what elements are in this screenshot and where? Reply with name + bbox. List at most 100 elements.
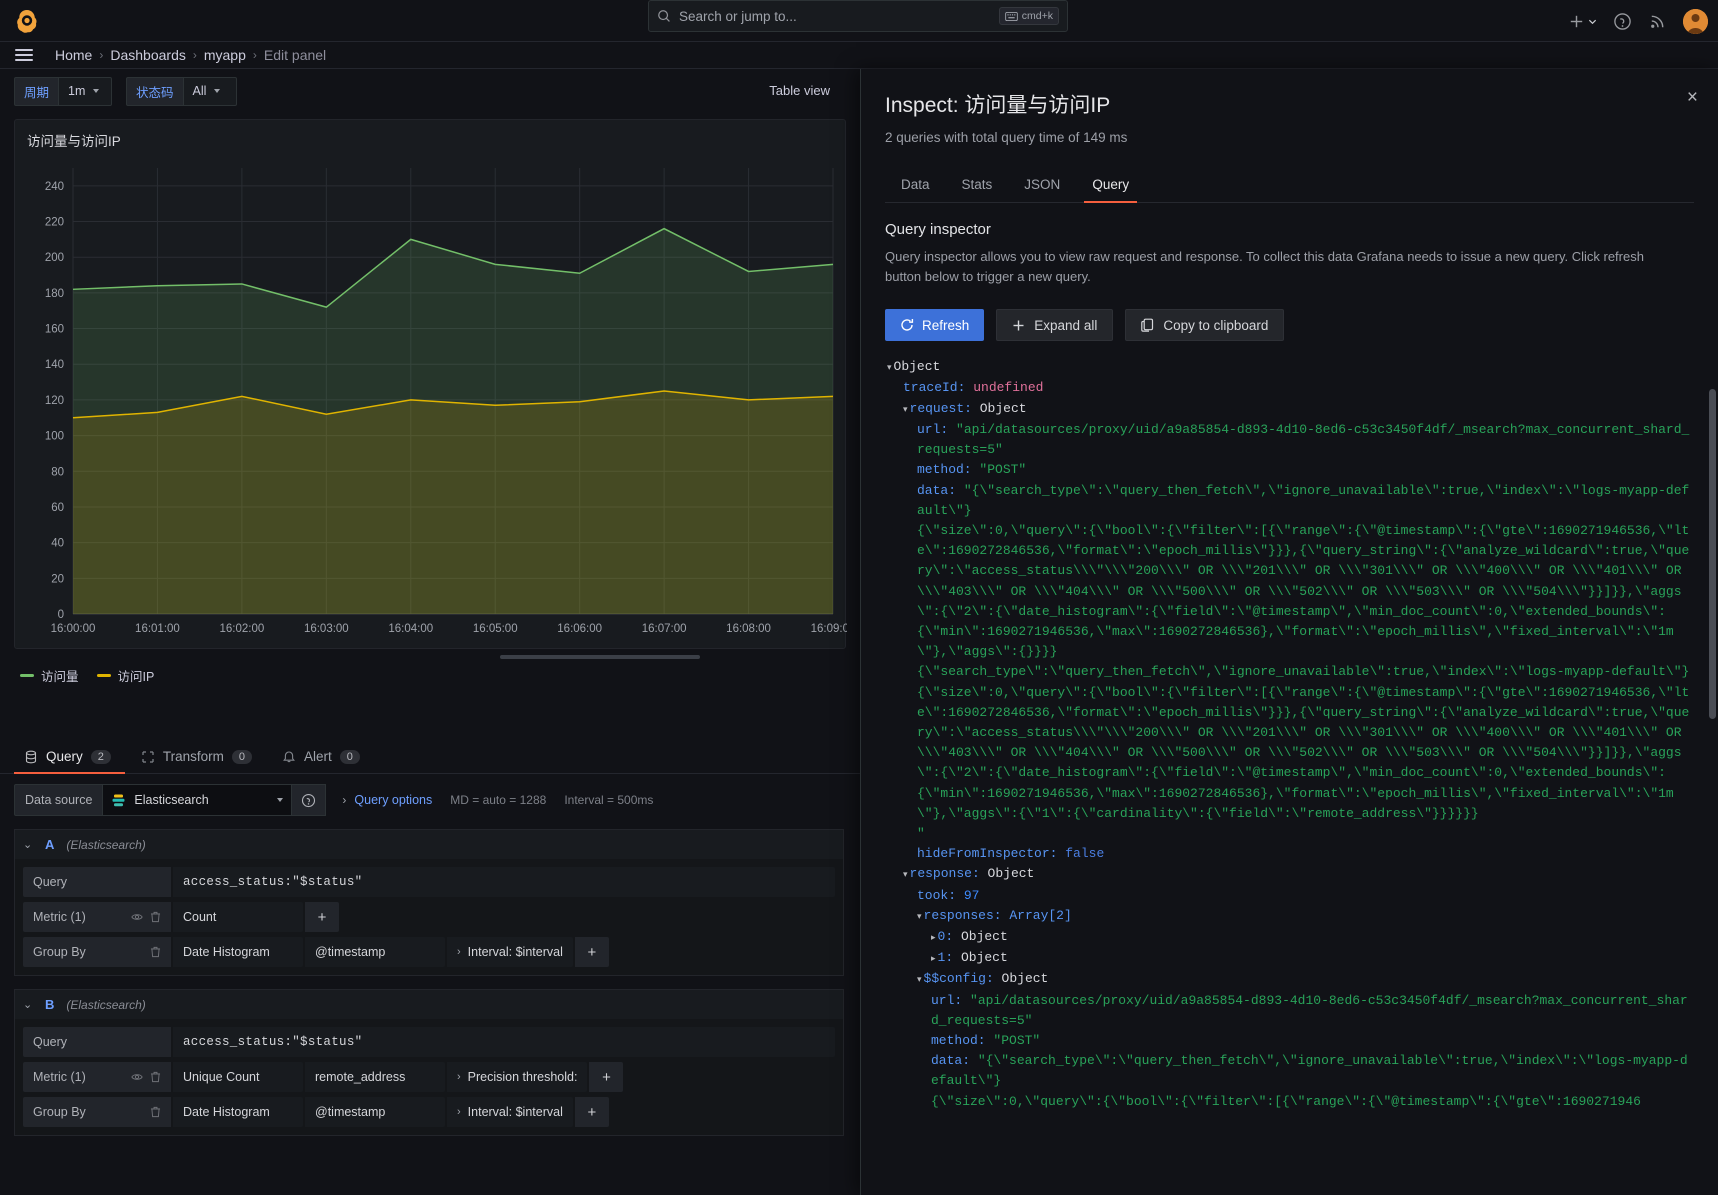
json-key: method: xyxy=(931,1033,993,1048)
eye-icon[interactable] xyxy=(131,1071,143,1083)
eye-icon[interactable] xyxy=(131,911,143,923)
breadcrumb-item-edit-panel: Edit panel xyxy=(264,47,326,63)
svg-text:16:05:00: 16:05:00 xyxy=(473,623,518,635)
query-inspector-json-tree[interactable]: ▾ObjecttraceId: undefined▾request: Objec… xyxy=(885,357,1694,1195)
user-avatar[interactable] xyxy=(1683,9,1708,34)
trash-icon[interactable] xyxy=(150,1106,161,1118)
breadcrumb-item-dashboards[interactable]: Dashboards xyxy=(110,47,186,63)
svg-text:20: 20 xyxy=(51,573,64,585)
search-shortcut-label: cmd+k xyxy=(1022,10,1053,22)
trash-icon[interactable] xyxy=(150,1071,161,1083)
refresh-icon xyxy=(900,318,914,332)
json-tree-line[interactable]: ▾response: Object xyxy=(887,864,1694,885)
tab-json[interactable]: JSON xyxy=(1008,169,1076,202)
trash-icon[interactable] xyxy=(150,946,161,958)
time-series-chart[interactable]: 02040608010012014016018020022024016:00:0… xyxy=(15,158,847,650)
close-icon[interactable]: × xyxy=(1687,88,1698,107)
variable-period-value[interactable]: 1m xyxy=(58,77,112,106)
query-b-metric-field-name[interactable]: remote_address xyxy=(305,1062,445,1092)
query-a-query-label: Query xyxy=(23,867,171,897)
query-row-a-header[interactable]: ⌄ A (Elasticsearch) xyxy=(14,829,844,859)
expand-all-button[interactable]: Expand all xyxy=(996,309,1113,341)
breadcrumb-item-myapp[interactable]: myapp xyxy=(204,47,246,63)
query-row-b-header[interactable]: ⌄ B (Elasticsearch) xyxy=(14,989,844,1019)
grafana-logo-icon[interactable] xyxy=(14,8,40,34)
chevron-down-icon[interactable]: ▾ xyxy=(887,363,892,373)
query-b-metric-precision[interactable]: › Precision threshold: xyxy=(447,1062,587,1092)
copy-to-clipboard-button[interactable]: Copy to clipboard xyxy=(1125,309,1284,341)
query-b-metric-type[interactable]: Unique Count xyxy=(173,1062,303,1092)
query-b-groupby-add-button[interactable]: + xyxy=(575,1097,609,1127)
svg-text:0: 0 xyxy=(58,609,64,621)
json-key: 1: xyxy=(938,950,961,965)
global-search-box[interactable]: Search or jump to... cmd+k xyxy=(648,0,1068,32)
variable-status[interactable]: 状态码 All xyxy=(126,77,237,106)
query-a-query-input[interactable]: access_status:"$status" xyxy=(173,867,835,897)
tab-data[interactable]: Data xyxy=(885,169,946,202)
chevron-down-icon[interactable]: ▾ xyxy=(903,405,908,415)
query-b-metric-add-button[interactable]: + xyxy=(589,1062,623,1092)
json-tree-line[interactable]: ▾Object xyxy=(887,357,1694,378)
chevron-down-icon[interactable]: ▾ xyxy=(917,912,922,922)
json-value: Object xyxy=(961,929,1008,944)
chevron-down-icon[interactable]: ▾ xyxy=(903,870,908,880)
query-a-groupby-interval[interactable]: › Interval: $interval xyxy=(447,937,573,967)
chevron-down-icon[interactable]: ⌄ xyxy=(23,998,33,1011)
query-row-a-body: Query access_status:"$status" Metric (1) xyxy=(14,859,844,976)
help-circle-icon[interactable] xyxy=(1613,12,1632,31)
svg-text:100: 100 xyxy=(45,431,64,443)
rss-icon[interactable] xyxy=(1648,12,1667,31)
json-tree-line[interactable]: ▾responses: Array[2] xyxy=(887,906,1694,927)
query-b-groupby-type[interactable]: Date Histogram xyxy=(173,1097,303,1127)
panel-resize-handle[interactable] xyxy=(500,655,700,659)
query-a-groupby-field: Group By Date Histogram @timestamp › xyxy=(23,937,835,967)
query-a-groupby-field-name[interactable]: @timestamp xyxy=(305,937,445,967)
svg-text:240: 240 xyxy=(45,181,64,193)
chevron-down-icon[interactable]: ⌄ xyxy=(23,838,33,851)
query-row-b: ⌄ B (Elasticsearch) Query access_status:… xyxy=(14,989,844,1136)
json-tree-line: {\"search_type\":\"query_then_fetch\",\"… xyxy=(887,662,1694,682)
legend-item-visits[interactable]: 访问量 xyxy=(20,666,79,685)
menu-toggle-button[interactable] xyxy=(15,46,33,64)
json-tree-line: url: "api/datasources/proxy/uid/a9a85854… xyxy=(887,420,1694,460)
query-b-groupby-field-name[interactable]: @timestamp xyxy=(305,1097,445,1127)
query-options-interval: Interval = 500ms xyxy=(564,793,653,807)
variable-period[interactable]: 周期 1m xyxy=(14,77,112,106)
query-b-groupby-interval[interactable]: › Interval: $interval xyxy=(447,1097,573,1127)
query-a-groupby-add-button[interactable]: + xyxy=(575,937,609,967)
json-value: {\"search_type\":\"query_then_fetch\",\"… xyxy=(917,664,1689,679)
chevron-down-icon[interactable] xyxy=(1588,17,1597,26)
tab-stats[interactable]: Stats xyxy=(946,169,1009,202)
json-tree-line[interactable]: ▾$$config: Object xyxy=(887,969,1694,990)
tab-query-inspector[interactable]: Query xyxy=(1076,169,1145,202)
transform-icon xyxy=(141,750,155,764)
query-b-query-input[interactable]: access_status:"$status" xyxy=(173,1027,835,1057)
query-options-toggle[interactable]: › Query options MD = auto = 1288 Interva… xyxy=(342,793,653,807)
table-view-toggle[interactable]: Table view xyxy=(759,77,840,104)
tab-transform-badge: 0 xyxy=(232,750,252,764)
chevron-right-icon[interactable]: ▸ xyxy=(931,933,936,943)
trash-icon[interactable] xyxy=(150,911,161,923)
drawer-scrollbar[interactable] xyxy=(1709,389,1716,719)
create-new-button[interactable] xyxy=(1567,12,1597,31)
breadcrumb-item-home[interactable]: Home xyxy=(55,47,92,63)
query-a-groupby-type[interactable]: Date Histogram xyxy=(173,937,303,967)
json-tree-line[interactable]: ▾request: Object xyxy=(887,399,1694,420)
query-a-metric-add-button[interactable]: + xyxy=(305,902,339,932)
chevron-down-icon[interactable]: ▾ xyxy=(917,975,922,985)
datasource-picker[interactable]: Elasticsearch xyxy=(102,784,292,816)
json-tree-line[interactable]: ▸1: Object xyxy=(887,948,1694,969)
datasource-help-button[interactable] xyxy=(292,784,326,816)
legend-item-ip[interactable]: 访问IP xyxy=(97,666,155,685)
json-value: {\"size\":0,\"query\":{\"bool\":{\"filte… xyxy=(917,685,1689,821)
chevron-right-icon[interactable]: ▸ xyxy=(931,954,936,964)
tab-query[interactable]: Query 2 xyxy=(14,741,125,773)
variable-status-value[interactable]: All xyxy=(183,77,237,106)
tab-alert[interactable]: Alert 0 xyxy=(272,741,374,773)
plus-icon[interactable] xyxy=(1567,12,1586,31)
json-tree-line[interactable]: ▸0: Object xyxy=(887,927,1694,948)
inspect-drawer: Inspect: 访问量与访问IP 2 queries with total q… xyxy=(860,69,1718,1195)
refresh-button[interactable]: Refresh xyxy=(885,309,984,341)
query-a-metric-type[interactable]: Count xyxy=(173,902,303,932)
tab-transform[interactable]: Transform 0 xyxy=(131,741,266,773)
